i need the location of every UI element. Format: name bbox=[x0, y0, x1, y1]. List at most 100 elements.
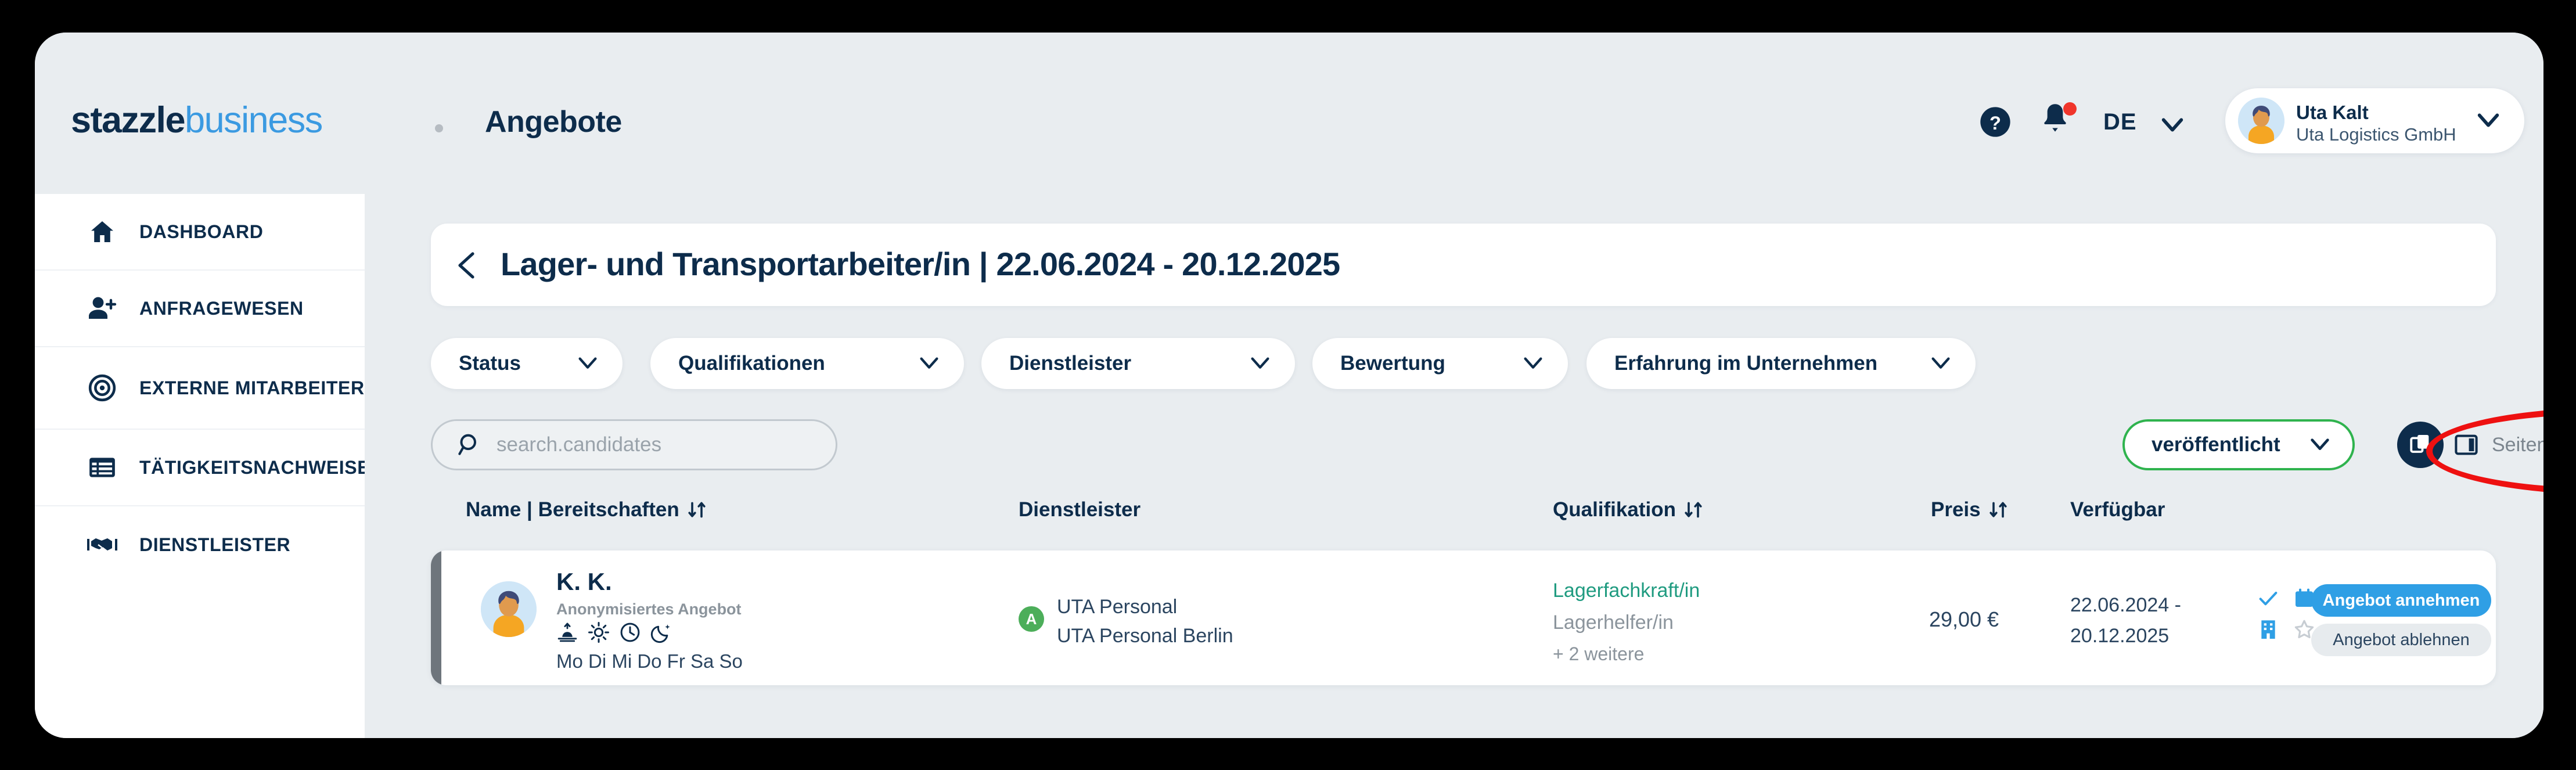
panel-right-icon bbox=[2453, 432, 2479, 458]
moon-icon bbox=[650, 621, 672, 643]
available-to: 20.12.2025 bbox=[2070, 625, 2170, 647]
copy-button[interactable] bbox=[2397, 422, 2444, 468]
user-company: Uta Logistics GmbH bbox=[2296, 124, 2456, 145]
filter-bewertung[interactable]: Bewertung bbox=[1312, 338, 1568, 389]
chevron-down-icon bbox=[2308, 435, 2332, 455]
app-logo[interactable]: stazzlebusiness bbox=[71, 99, 323, 141]
notification-bell-icon[interactable] bbox=[2038, 101, 2079, 143]
sunrise-icon bbox=[556, 621, 578, 643]
page-title: Angebote bbox=[485, 105, 622, 139]
column-header-qualifikation[interactable]: Qualifikation bbox=[1553, 498, 1704, 521]
home-icon bbox=[86, 215, 118, 248]
person-add-icon bbox=[86, 292, 118, 325]
column-header-preis[interactable]: Preis bbox=[1931, 498, 2009, 521]
sort-updown-icon bbox=[1683, 499, 1704, 520]
chevron-down-icon bbox=[1929, 354, 1952, 373]
help-circle-icon[interactable]: ? bbox=[1979, 106, 2012, 138]
filter-erfahrung-im-unternehmen[interactable]: Erfahrung im Unternehmen bbox=[1586, 338, 1976, 389]
user-name: Uta Kalt bbox=[2296, 102, 2369, 123]
search-candidates-box[interactable] bbox=[431, 419, 837, 470]
sidebar-item-dienstleister[interactable]: DIENSTLEISTER bbox=[35, 506, 365, 583]
qualification-more-link[interactable]: + 2 weitere bbox=[1553, 643, 1644, 665]
chevron-down-icon bbox=[1249, 354, 1272, 373]
row-status-accent bbox=[431, 550, 441, 685]
chevron-left-icon[interactable] bbox=[455, 251, 478, 279]
building-icon bbox=[2257, 618, 2280, 641]
logo-text-secondary: business bbox=[185, 100, 323, 141]
shift-availability-icons bbox=[556, 621, 672, 643]
top-bar: stazzlebusiness Angebote ? DE Uta Kalt U… bbox=[35, 33, 2543, 194]
candidate-subtitle: Anonymisiertes Angebot bbox=[556, 600, 742, 618]
sort-updown-icon bbox=[686, 499, 707, 520]
target-icon bbox=[86, 372, 118, 404]
avatar bbox=[481, 581, 537, 637]
sidebar-item-anfragewesen[interactable]: ANFRAGEWESEN bbox=[35, 271, 365, 347]
filter-label: Qualifikationen bbox=[678, 352, 825, 375]
sun-icon bbox=[588, 621, 610, 643]
column-header-label: Qualifikation bbox=[1553, 498, 1676, 521]
sidebar-item-label: DIENSTLEISTER bbox=[139, 534, 291, 555]
sidebar-item-taetigkeitsnachweise[interactable]: TÄTIGKEITSNACHWEISE bbox=[35, 430, 370, 506]
filter-status[interactable]: Status bbox=[431, 338, 623, 389]
clock-icon bbox=[619, 621, 641, 643]
sidebar-item-label: ANFRAGEWESEN bbox=[139, 298, 304, 319]
sidebar-item-externe-mitarbeiter[interactable]: EXTERNE MITARBEITER bbox=[35, 347, 365, 430]
check-icon bbox=[2257, 587, 2280, 610]
sidebar-item-label: TÄTIGKEITSNACHWEISE bbox=[139, 457, 370, 478]
column-header-label: Dienstleister bbox=[1019, 498, 1141, 521]
qualification-primary: Lagerfachkraft/in bbox=[1553, 580, 1700, 602]
logo-text-primary: stazzle bbox=[71, 100, 186, 141]
column-header-dienstleister: Dienstleister bbox=[1019, 498, 1141, 521]
accept-offer-button[interactable]: Angebot annehmen bbox=[2311, 584, 2491, 617]
chevron-down-icon bbox=[918, 354, 941, 373]
search-input[interactable] bbox=[495, 433, 811, 457]
filter-label: Bewertung bbox=[1340, 352, 1445, 375]
avatar bbox=[2238, 98, 2284, 144]
availability-weekdays: Mo Di Mi Do Fr Sa So bbox=[556, 650, 743, 672]
notification-badge bbox=[2063, 102, 2077, 116]
qualification-secondary: Lagerhelfer/in bbox=[1553, 611, 1674, 634]
show-sidebar-label: Seitenleiste anzeigen bbox=[2492, 433, 2543, 456]
candidate-name: K. K. bbox=[556, 568, 612, 595]
sidebar-item-label: EXTERNE MITARBEITER bbox=[139, 377, 365, 398]
filter-label: Dienstleister bbox=[1009, 352, 1132, 375]
table-row[interactable]: K. K. Anonymisiertes Angebot Mo Di Mi Do… bbox=[431, 550, 2496, 685]
search-icon bbox=[457, 432, 483, 458]
filter-dienstleister[interactable]: Dienstleister bbox=[981, 338, 1295, 389]
chevron-down-icon bbox=[1521, 354, 1545, 373]
chevron-down-icon[interactable] bbox=[2475, 109, 2502, 132]
main-content: Lager- und Transportarbeiter/in | 22.06.… bbox=[365, 194, 2543, 738]
handshake-icon bbox=[86, 528, 118, 561]
filter-label: Erfahrung im Unternehmen bbox=[1614, 352, 1878, 375]
provider-badge: A bbox=[1019, 606, 1044, 632]
column-header-label: Name | Bereitschaften bbox=[466, 498, 679, 521]
detail-title: Lager- und Transportarbeiter/in | 22.06.… bbox=[501, 246, 1340, 282]
show-sidebar-button[interactable]: Seitenleiste anzeigen bbox=[2453, 425, 2543, 465]
filter-qualifikationen[interactable]: Qualifikationen bbox=[650, 338, 964, 389]
column-header-name[interactable]: Name | Bereitschaften bbox=[466, 498, 707, 521]
column-header-label: Preis bbox=[1931, 498, 1981, 521]
sidebar-nav: DASHBOARD ANFRAGEWESEN EXTERNE MITARBEIT… bbox=[35, 194, 370, 738]
decline-offer-button[interactable]: Angebot ablehnen bbox=[2311, 624, 2491, 656]
column-header-label: Verfügbar bbox=[2070, 498, 2165, 521]
provider-branch: UTA Personal Berlin bbox=[1057, 625, 1233, 647]
price-value: 29,00 € bbox=[1929, 607, 1999, 631]
sidebar-item-dashboard[interactable]: DASHBOARD bbox=[35, 194, 365, 271]
detail-header-card: Lager- und Transportarbeiter/in | 22.06.… bbox=[431, 224, 2496, 306]
chevron-down-icon[interactable] bbox=[2159, 114, 2186, 137]
column-header-verfuegbar: Verfügbar bbox=[2070, 498, 2165, 521]
table-header-row: Name | Bereitschaften Dienstleister Qual… bbox=[431, 498, 2496, 539]
provider-name: UTA Personal bbox=[1057, 596, 1178, 618]
filter-label: Status bbox=[459, 352, 521, 375]
breadcrumb-separator-dot bbox=[435, 124, 443, 132]
user-profile-menu[interactable]: Uta Kalt Uta Logistics GmbH bbox=[2225, 88, 2524, 153]
language-selector-label[interactable]: DE bbox=[2103, 109, 2137, 135]
svg-text:?: ? bbox=[1989, 112, 2001, 134]
sidebar-item-label: DASHBOARD bbox=[139, 221, 264, 242]
chevron-down-icon bbox=[576, 354, 599, 373]
copy-icon bbox=[2408, 431, 2433, 459]
available-from: 22.06.2024 - bbox=[2070, 594, 2181, 616]
sort-updown-icon bbox=[1988, 499, 2009, 520]
list-table-icon bbox=[86, 451, 118, 484]
publish-status-dropdown[interactable]: veröffentlicht bbox=[2122, 419, 2355, 470]
